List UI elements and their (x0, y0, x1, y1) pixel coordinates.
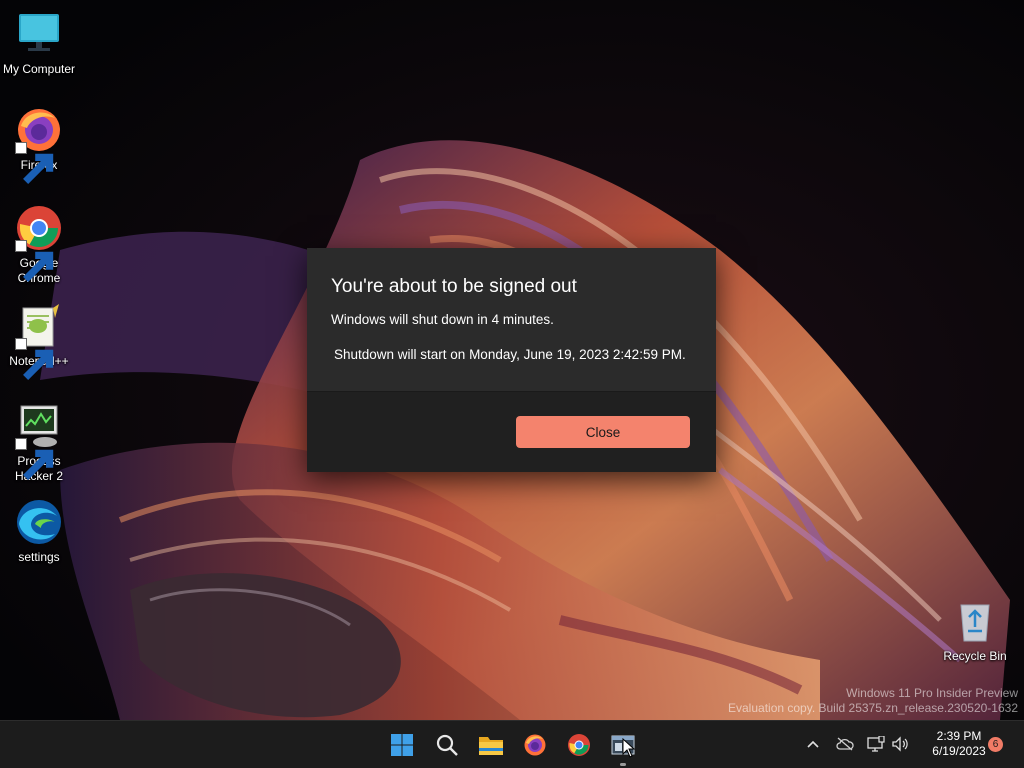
volume-tray-button[interactable] (891, 735, 909, 753)
shortcut-arrow-icon (15, 438, 54, 480)
desktop-icon-settings[interactable]: settings (1, 498, 77, 565)
clock-date: 6/19/2023 (932, 744, 986, 758)
dialog-title: You're about to be signed out (331, 276, 577, 297)
shortcut-arrow-icon (15, 142, 54, 184)
taskbar-search-button[interactable] (431, 729, 463, 761)
desktop-icon-firefox[interactable]: Firefox (1, 106, 77, 184)
desktop-icon-label: settings (18, 550, 60, 564)
shutdown-dialog: You're about to be signed out Windows wi… (307, 248, 716, 472)
monitor-icon (15, 10, 63, 58)
windows-watermark: Windows 11 Pro Insider Preview Evaluatio… (728, 686, 1018, 716)
taskbar-clock[interactable]: 2:39 PM 6/19/2023 (922, 729, 996, 759)
windows-start-icon (391, 734, 413, 756)
mouse-cursor-icon (622, 737, 636, 763)
chevron-up-icon (807, 740, 819, 748)
dialog-detail: Shutdown will start on Monday, June 19, … (334, 347, 686, 362)
show-hidden-icons-button[interactable] (804, 735, 822, 753)
dialog-message: Windows will shut down in 4 minutes. (331, 312, 554, 327)
file-explorer-icon (479, 737, 503, 755)
watermark-edition: Windows 11 Pro Insider Preview (846, 686, 1018, 700)
dialog-footer: Close (307, 391, 716, 472)
taskbar: 2:39 PM 6/19/2023 6 (0, 720, 1024, 768)
taskbar-file-explorer[interactable] (475, 729, 507, 761)
notepad-plus-plus-icon (15, 302, 63, 380)
clock-time: 2:39 PM (936, 729, 982, 743)
shortcut-arrow-icon (15, 240, 54, 282)
watermark-build: Evaluation copy. Build 25375.zn_release.… (728, 701, 1018, 715)
shortcut-arrow-icon (15, 338, 54, 380)
network-icon (867, 736, 885, 752)
firefox-icon (15, 106, 63, 184)
desktop-icon-notepad-plus-plus[interactable]: Notepad++ (1, 302, 77, 380)
start-button[interactable] (386, 729, 418, 761)
desktop-icon-label: My Computer (2, 62, 76, 76)
recycle-bin-icon (951, 597, 999, 645)
desktop-icon-google-chrome[interactable]: Google Chrome (1, 204, 77, 286)
desktop-icon-process-hacker[interactable]: Process Hacker 2 (1, 402, 77, 484)
search-icon (436, 734, 458, 756)
chrome-icon (15, 204, 63, 282)
network-tray-button[interactable] (867, 735, 885, 753)
volume-icon (892, 736, 908, 752)
desktop-icon-recycle-bin[interactable]: Recycle Bin (937, 597, 1013, 664)
onedrive-tray-button[interactable] (836, 735, 854, 753)
desktop-icon-my-computer[interactable]: My Computer (1, 10, 77, 77)
dialog-content: You're about to be signed out Windows wi… (307, 248, 716, 391)
process-hacker-icon (15, 402, 63, 480)
desktop-icon-label: Recycle Bin (943, 649, 1007, 663)
edge-icon (15, 498, 63, 546)
notification-badge[interactable]: 6 (988, 737, 1003, 752)
firefox-icon (524, 734, 546, 756)
chrome-icon (568, 734, 590, 756)
taskbar-chrome[interactable] (563, 729, 595, 761)
close-button[interactable]: Close (516, 416, 690, 448)
cloud-offline-icon (836, 737, 854, 751)
taskbar-firefox[interactable] (519, 729, 551, 761)
